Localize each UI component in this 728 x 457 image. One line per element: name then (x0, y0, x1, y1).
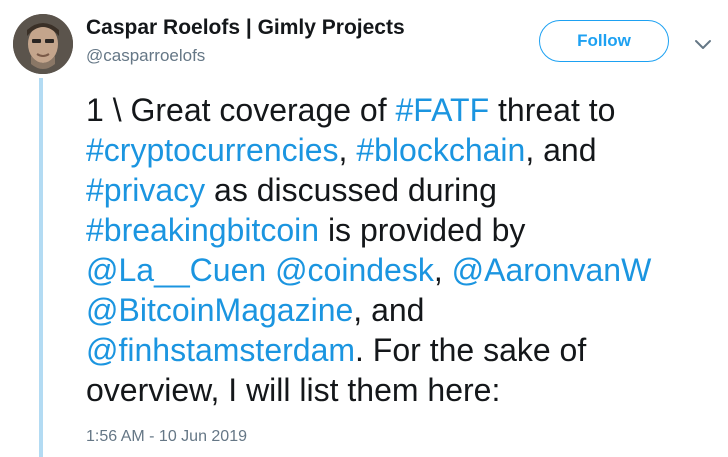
tweet-text-segment: , (338, 132, 357, 168)
avatar-image (13, 14, 73, 74)
tweet-text-segment: is provided by (319, 212, 526, 248)
tweet-text-segment: 1 \ Great coverage of (86, 92, 396, 128)
mention-link[interactable]: @coindesk (275, 252, 434, 288)
tweet-text-segment: . For the sake of (355, 332, 587, 368)
tweet-line: @BitcoinMagazine, and (86, 290, 726, 330)
tweet-line: overview, I will list them here: (86, 370, 726, 410)
author-handle[interactable]: @casparroelofs (86, 46, 205, 66)
mention-link[interactable]: @BitcoinMagazine (86, 292, 353, 328)
mention-link[interactable]: @La__Cuen (86, 252, 266, 288)
hashtag-link[interactable]: #cryptocurrencies (86, 132, 339, 168)
tweet-text-segment: , and (525, 132, 597, 168)
hashtag-link[interactable]: #breakingbitcoin (86, 212, 319, 248)
tweet-line: @finhstamsterdam. For the sake of (86, 330, 726, 370)
avatar[interactable] (13, 14, 73, 74)
hashtag-link[interactable]: #FATF (396, 92, 490, 128)
tweet-text-segment (266, 252, 275, 288)
thread-line (39, 78, 43, 457)
follow-button[interactable]: Follow (539, 20, 669, 62)
tweet-text-segment: , and (353, 292, 425, 328)
chevron-down-icon[interactable] (693, 34, 713, 54)
tweet-timestamp[interactable]: 1:56 AM - 10 Jun 2019 (86, 428, 247, 446)
tweet-text-segment: threat to (489, 92, 616, 128)
tweet-line: #privacy as discussed during (86, 170, 726, 210)
author-name[interactable]: Caspar Roelofs | Gimly Projects (86, 16, 405, 40)
mention-link[interactable]: @finhstamsterdam (86, 332, 355, 368)
tweet-line: @La__Cuen @coindesk, @AaronvanW (86, 250, 726, 290)
hashtag-link[interactable]: #privacy (86, 172, 205, 208)
mention-link[interactable]: @AaronvanW (452, 252, 652, 288)
tweet-text: 1 \ Great coverage of #FATF threat to #cr… (86, 90, 726, 410)
tweet-text-segment: overview, I will list them here: (86, 372, 501, 408)
tweet-line: #breakingbitcoin is provided by (86, 210, 726, 250)
tweet-line: #cryptocurrencies, #blockchain, and (86, 130, 726, 170)
hashtag-link[interactable]: #blockchain (356, 132, 525, 168)
tweet-text-segment: , (433, 252, 452, 288)
tweet-line: 1 \ Great coverage of #FATF threat to (86, 90, 726, 130)
tweet-text-segment: as discussed during (205, 172, 497, 208)
